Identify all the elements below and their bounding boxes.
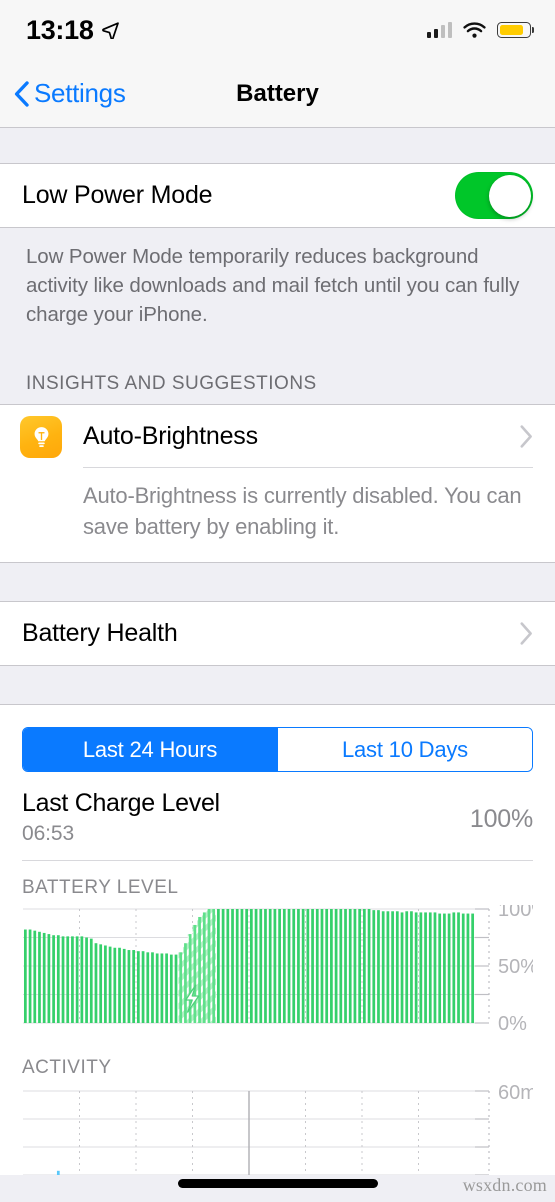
battery-level-chart: 0% 50% 100% xyxy=(22,905,533,1041)
last-charge-level-row: Last Charge Level 06:53 100% xyxy=(0,772,555,860)
insights-card: Auto-Brightness Auto-Brightness is curre… xyxy=(0,404,555,563)
home-indicator[interactable] xyxy=(177,1179,378,1188)
status-bar-clock: 13:18 xyxy=(26,14,94,45)
low-power-mode-footnote: Low Power Mode temporarily reduces backg… xyxy=(0,228,555,347)
battery-level-chart-title: BATTERY LEVEL xyxy=(22,876,179,898)
battery-usage-card: Last 24 Hours Last 10 Days Last Charge L… xyxy=(0,704,555,1175)
insight-row-auto-brightness[interactable]: Auto-Brightness xyxy=(0,405,555,468)
last-charge-time: 06:53 xyxy=(22,822,75,845)
last-charge-text-group: Last Charge Level 06:53 xyxy=(22,788,220,846)
battery-health-row[interactable]: Battery Health xyxy=(0,602,555,665)
chevron-left-icon xyxy=(14,80,29,107)
time-range-segmented-control[interactable]: Last 24 Hours Last 10 Days xyxy=(22,727,533,772)
location-arrow-icon xyxy=(101,21,119,39)
insight-description: Auto-Brightness is currently disabled. Y… xyxy=(83,483,522,539)
battery-level-chart-wrap: 0% 50% 100% xyxy=(0,905,555,1041)
spacer-health-usage xyxy=(0,666,555,704)
battery-icon xyxy=(497,22,531,38)
low-power-mode-card: Low Power Mode xyxy=(0,163,555,228)
svg-text:100%: 100% xyxy=(498,905,533,921)
last-charge-level-label: Last Charge Level xyxy=(22,789,220,817)
back-button[interactable]: Settings xyxy=(0,78,126,109)
status-bar-left: 13:18 xyxy=(26,15,119,46)
svg-text:50%: 50% xyxy=(498,956,533,978)
navigation-bar: Settings Battery xyxy=(0,60,555,128)
segment-last-24-hours[interactable]: Last 24 Hours xyxy=(23,728,277,771)
svg-text:0%: 0% xyxy=(498,1013,527,1035)
spacer-insights-health xyxy=(0,563,555,601)
insight-label: Auto-Brightness xyxy=(83,421,258,450)
activity-chart-svg: 60m xyxy=(23,1085,533,1175)
lightbulb-icon xyxy=(20,415,62,458)
svg-text:60m: 60m xyxy=(498,1085,533,1104)
low-power-mode-row[interactable]: Low Power Mode xyxy=(0,164,555,227)
activity-chart-title: ACTIVITY xyxy=(22,1056,112,1078)
battery-level-chart-svg: 0% 50% 100% xyxy=(23,905,533,1035)
insights-section-header: INSIGHTS AND SUGGESTIONS xyxy=(0,347,555,404)
battery-health-card: Battery Health xyxy=(0,601,555,666)
activity-chart-wrap: 60m xyxy=(0,1085,555,1175)
chevron-right-icon xyxy=(520,424,533,448)
activity-chart: 60m xyxy=(22,1085,533,1175)
chevron-right-icon xyxy=(520,622,533,645)
toggle-knob xyxy=(488,174,531,217)
last-charge-percent: 100% xyxy=(469,805,533,833)
back-button-label: Settings xyxy=(34,78,126,108)
cellular-bars-icon xyxy=(426,22,452,38)
low-power-mode-label: Low Power Mode xyxy=(22,181,213,209)
status-bar: 13:18 xyxy=(0,0,555,60)
watermark: wsxdn.com xyxy=(462,1175,547,1195)
wifi-icon xyxy=(463,21,486,39)
insight-body: Auto-Brightness xyxy=(83,405,533,468)
segment-last-10-days[interactable]: Last 10 Days xyxy=(277,728,532,771)
spacer-top xyxy=(0,128,555,163)
low-power-mode-toggle[interactable] xyxy=(455,172,533,219)
status-bar-right xyxy=(426,21,531,39)
battery-health-label: Battery Health xyxy=(22,619,178,647)
